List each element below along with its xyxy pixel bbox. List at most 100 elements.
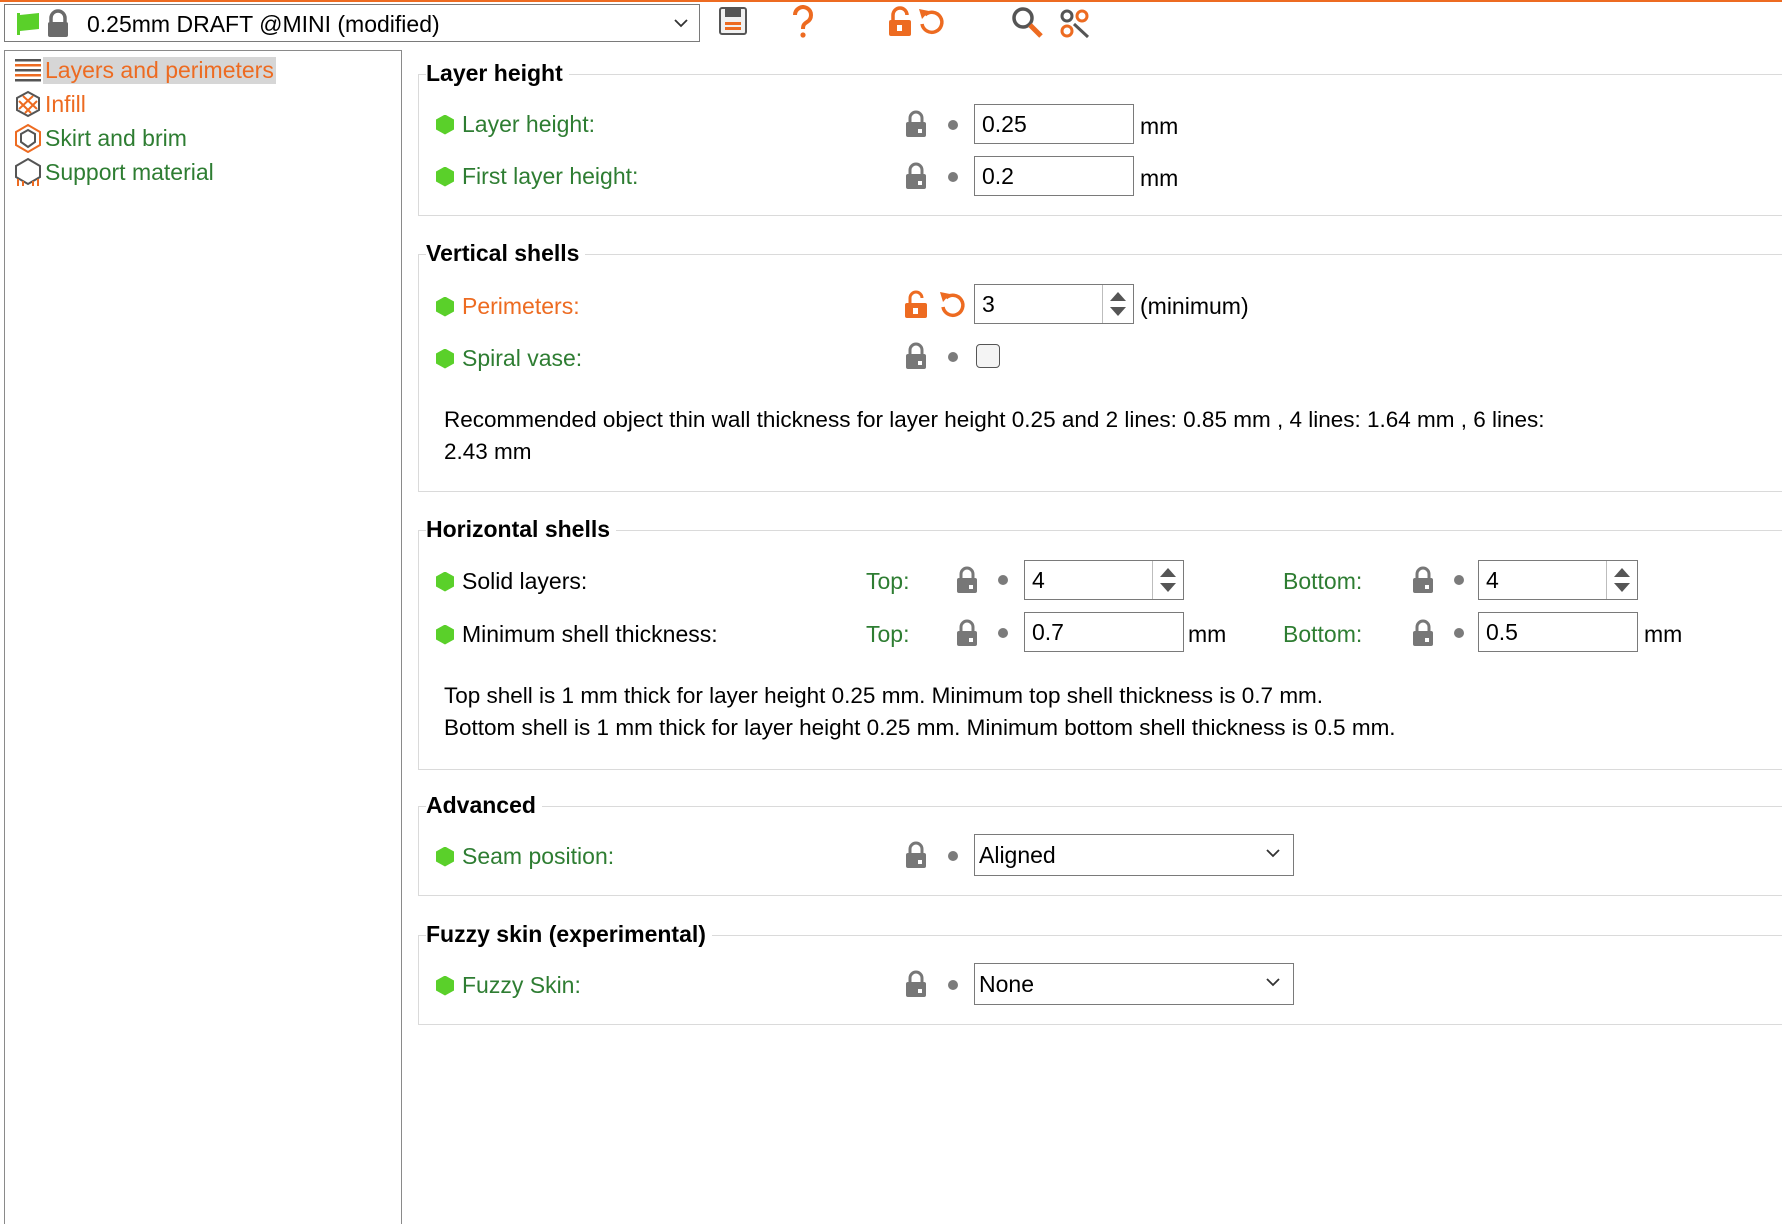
unit-label: mm: [1140, 165, 1179, 191]
note-line: Bottom shell is 1 mm thick for layer hei…: [444, 715, 1396, 740]
note-line: 2.43 mm: [444, 439, 532, 464]
unit-label: mm: [1644, 621, 1683, 647]
sublabel-top: Top:: [866, 568, 910, 594]
simple-mode-icon: [436, 348, 454, 369]
option-first-layer-height: First layer height:: [436, 163, 638, 190]
group-title: Fuzzy skin (experimental): [426, 921, 712, 948]
lock-icon[interactable]: [955, 619, 979, 649]
lock-icon[interactable]: [1411, 619, 1435, 649]
chevron-down-icon[interactable]: [1265, 976, 1281, 988]
page-tree-panel: Layers and perimeters Infill Skirt and b…: [4, 50, 402, 1224]
option-layer-height: Layer height:: [436, 111, 595, 138]
sidebar-item-support-material[interactable]: Support material: [13, 157, 216, 187]
option-label: Layer height:: [462, 111, 595, 137]
first-layer-height-input[interactable]: 0.2: [974, 156, 1134, 196]
lock-icon[interactable]: [955, 566, 979, 596]
simple-mode-icon: [436, 296, 454, 317]
status-dot-icon: [948, 980, 958, 990]
layers-icon: [15, 59, 41, 82]
infill-icon: [16, 90, 40, 118]
simple-mode-icon: [436, 166, 454, 187]
layer-height-input[interactable]: 0.25: [974, 104, 1134, 144]
lock-icon[interactable]: [904, 162, 928, 192]
undo-arrow-icon[interactable]: [916, 6, 948, 38]
status-dot-icon: [998, 628, 1008, 638]
group-title: Horizontal shells: [426, 516, 617, 543]
support-icon: [15, 157, 41, 186]
unit-label: (minimum): [1140, 293, 1249, 319]
select-value: None: [979, 971, 1034, 997]
unlock-icon[interactable]: [886, 6, 914, 38]
sidebar-item-label: Layers and perimeters: [43, 56, 276, 84]
lock-icon[interactable]: [904, 970, 928, 1000]
skirt-icon: [15, 123, 41, 153]
select-value: Aligned: [979, 842, 1056, 868]
status-dot-icon: [998, 575, 1008, 585]
preset-selector[interactable]: 0.25mm DRAFT @MINI (modified): [4, 4, 700, 42]
option-label: Spiral vase:: [462, 345, 583, 371]
simple-mode-icon: [436, 114, 454, 135]
option-perimeters: Perimeters:: [436, 293, 580, 320]
top-solid-layers-value: 4: [1032, 567, 1045, 593]
status-dot-icon: [948, 120, 958, 130]
option-seam-position: Seam position:: [436, 843, 614, 870]
spin-arrows-icon[interactable]: [1152, 561, 1183, 599]
option-label: First layer height:: [462, 163, 639, 189]
sidebar-item-label: Skirt and brim: [45, 124, 187, 151]
unit-label: mm: [1140, 113, 1179, 139]
group-title: Advanced: [426, 792, 542, 819]
search-icon[interactable]: [1010, 5, 1044, 39]
sublabel-top: Top:: [866, 621, 910, 647]
perimeters-value: 3: [982, 291, 995, 317]
bottom-min-shell-input[interactable]: 0.5: [1478, 612, 1638, 652]
simple-mode-icon: [436, 571, 454, 592]
chevron-down-icon[interactable]: [1265, 847, 1281, 859]
spin-arrows-icon[interactable]: [1606, 561, 1637, 599]
status-dot-icon: [948, 172, 958, 182]
preset-flag-icon: [17, 13, 39, 35]
lock-icon[interactable]: [904, 841, 928, 871]
settings-gears-icon[interactable]: [1058, 7, 1090, 39]
status-dot-icon: [948, 851, 958, 861]
bottom-solid-layers-value: 4: [1486, 567, 1499, 593]
option-minimum-shell-thickness: Minimum shell thickness:: [436, 621, 718, 648]
spiral-vase-checkbox[interactable]: [976, 344, 1000, 368]
sidebar-item-label: Infill: [45, 90, 86, 117]
note-line: Recommended object thin wall thickness f…: [444, 407, 1545, 432]
unlock-icon[interactable]: [903, 290, 931, 320]
status-dot-icon: [1454, 628, 1464, 638]
shell-thickness-note: Top shell is 1 mm thick for layer height…: [444, 680, 1396, 744]
spin-arrows-icon[interactable]: [1102, 285, 1133, 323]
status-dot-icon: [948, 352, 958, 362]
sidebar-item-label: Support material: [45, 158, 214, 185]
option-spiral-vase: Spiral vase:: [436, 345, 582, 372]
sidebar-item-infill[interactable]: Infill: [13, 89, 88, 119]
lock-icon[interactable]: [1411, 566, 1435, 596]
note-line: Top shell is 1 mm thick for layer height…: [444, 683, 1324, 708]
option-label: Perimeters:: [462, 293, 580, 319]
top-solid-layers-spin-input[interactable]: 4: [1024, 560, 1184, 600]
simple-mode-icon: [436, 624, 454, 645]
option-label: Fuzzy Skin:: [462, 972, 581, 998]
option-label: Minimum shell thickness:: [462, 621, 718, 647]
lock-icon[interactable]: [904, 342, 928, 372]
option-solid-layers: Solid layers:: [436, 568, 587, 595]
lock-icon[interactable]: [904, 110, 928, 140]
top-min-shell-input[interactable]: 0.7: [1024, 612, 1184, 652]
fuzzy-skin-select[interactable]: None: [974, 963, 1294, 1005]
simple-mode-icon: [436, 846, 454, 867]
sidebar-item-layers-and-perimeters[interactable]: Layers and perimeters: [13, 55, 276, 85]
undo-arrow-icon[interactable]: [938, 289, 968, 321]
simple-mode-icon: [436, 975, 454, 996]
sidebar-item-skirt-and-brim[interactable]: Skirt and brim: [13, 123, 189, 153]
bottom-solid-layers-spin-input[interactable]: 4: [1478, 560, 1638, 600]
save-icon[interactable]: [718, 6, 748, 36]
option-label: Solid layers:: [462, 568, 588, 594]
thin-wall-note: Recommended object thin wall thickness f…: [444, 404, 1545, 468]
question-icon[interactable]: [790, 5, 816, 39]
option-fuzzy-skin: Fuzzy Skin:: [436, 972, 581, 999]
perimeters-spin-input[interactable]: 3: [974, 284, 1134, 324]
seam-position-select[interactable]: Aligned: [974, 834, 1294, 876]
lock-icon: [48, 9, 68, 37]
chevron-down-icon[interactable]: [673, 17, 689, 29]
